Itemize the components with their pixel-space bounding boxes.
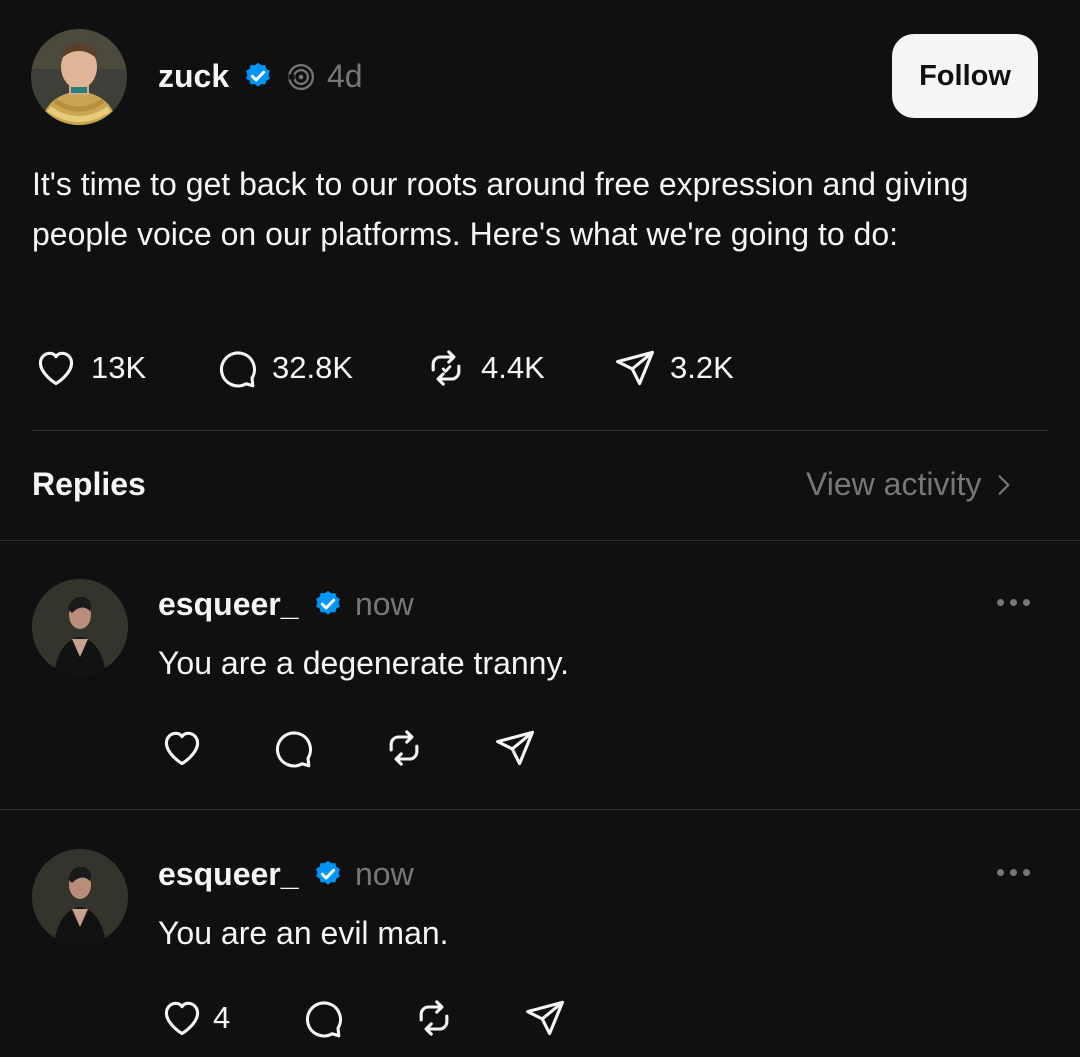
comment-icon — [219, 351, 257, 388]
send-icon — [496, 730, 534, 766]
reply-button[interactable]: 32.8K — [214, 346, 353, 390]
author-username[interactable]: zuck — [158, 58, 229, 95]
reply-author-avatar[interactable] — [32, 849, 128, 945]
reply-button[interactable] — [270, 726, 316, 770]
repost-icon — [431, 350, 461, 386]
repost-button[interactable] — [411, 996, 457, 1040]
share-count: 3.2K — [670, 350, 734, 385]
heart-icon — [164, 731, 200, 766]
repost-button[interactable] — [381, 726, 427, 770]
more-options-button[interactable] — [997, 869, 1030, 876]
post-body: It's time to get back to our roots aroun… — [32, 166, 969, 252]
reply-text: You are an evil man. — [158, 915, 449, 951]
post-timestamp: 4d — [327, 58, 363, 94]
follow-button[interactable]: Follow — [892, 34, 1038, 118]
reply-timestamp: now — [355, 856, 414, 892]
repost-count: 4.4K — [481, 350, 545, 385]
reply-author-username[interactable]: esqueer_ — [158, 856, 299, 893]
like-count: 13K — [91, 350, 147, 385]
send-icon — [616, 350, 654, 386]
more-options-button[interactable] — [997, 599, 1030, 606]
reply-count: 32.8K — [272, 350, 354, 385]
replies-heading: Replies — [32, 466, 146, 502]
verified-badge-icon — [316, 860, 340, 885]
view-activity-link[interactable]: View activity — [806, 466, 1017, 503]
reply-divider — [0, 809, 1080, 810]
verified-badge-icon — [246, 62, 270, 87]
repost-icon — [389, 730, 419, 766]
author-avatar[interactable] — [31, 29, 127, 125]
share-button[interactable] — [492, 726, 538, 770]
reply-author-avatar[interactable] — [32, 579, 128, 675]
view-activity-label: View activity — [806, 466, 982, 502]
reply-text: You are a degenerate tranny. — [158, 645, 569, 681]
share-button[interactable] — [522, 996, 568, 1040]
share-button[interactable]: 3.2K — [612, 346, 734, 390]
reply-timestamp: now — [355, 586, 414, 622]
like-button[interactable]: 4 — [159, 996, 230, 1040]
reply-author-username[interactable]: esqueer_ — [158, 586, 299, 623]
chevron-right-icon — [999, 474, 1010, 495]
post-divider — [32, 430, 1049, 431]
like-count: 4 — [213, 1000, 231, 1035]
comment-icon — [275, 731, 313, 768]
repost-button[interactable]: 4.4K — [423, 346, 545, 390]
send-icon — [526, 1000, 564, 1036]
reply-button[interactable] — [300, 996, 346, 1040]
comment-icon — [305, 1001, 343, 1038]
like-button[interactable] — [159, 726, 205, 770]
replies-divider — [0, 540, 1080, 541]
threads-fediverse-icon — [288, 64, 314, 90]
heart-icon — [164, 1001, 200, 1036]
repost-icon — [419, 1000, 449, 1036]
heart-icon — [38, 351, 74, 386]
verified-badge-icon — [316, 590, 340, 615]
like-button[interactable]: 13K — [33, 346, 146, 390]
